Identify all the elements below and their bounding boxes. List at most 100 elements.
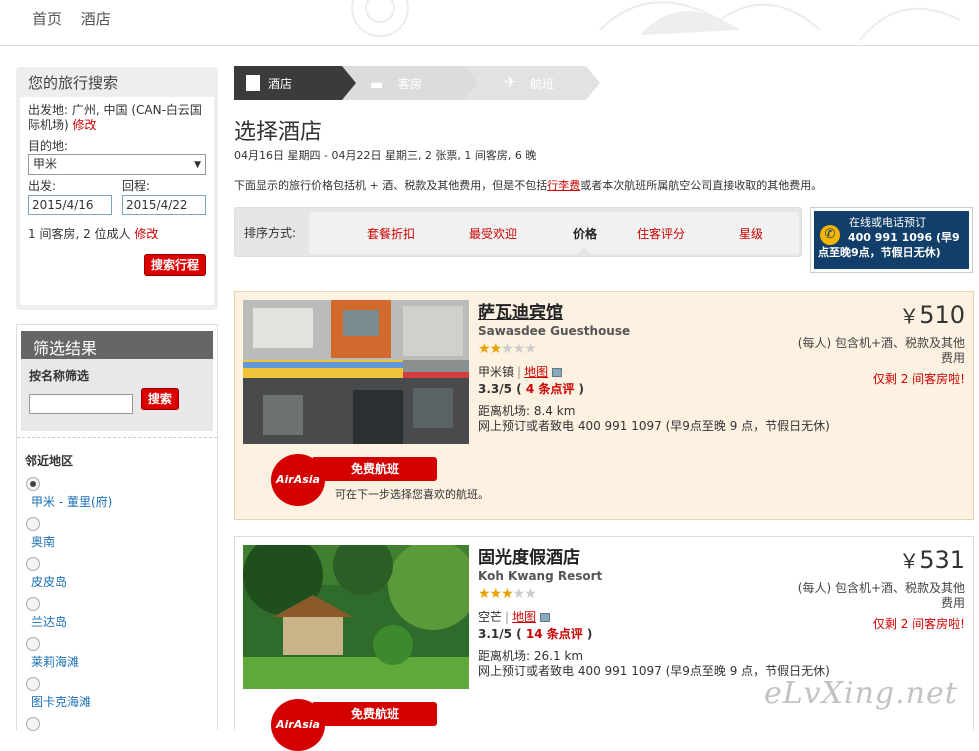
- area-radio[interactable]: [26, 717, 40, 731]
- edit-rooms-link[interactable]: 修改: [134, 227, 158, 241]
- free-flight-badge: 免费航班 AirAsia 可在下一步选择您喜欢的航班。: [271, 454, 489, 506]
- hotel-location: 空芒 | 地图: [478, 608, 551, 625]
- name-filter-search-button[interactable]: 搜索: [140, 387, 179, 410]
- sort-price[interactable]: 价格: [573, 225, 597, 242]
- step-hotel[interactable]: 酒店: [234, 66, 292, 100]
- free-flight-label: 免费航班: [313, 457, 437, 481]
- sort-guest-rating[interactable]: 住客评分: [637, 225, 685, 242]
- depart-label: 出发:: [28, 179, 57, 193]
- price-includes: (每人) 包含机+酒、税款及其他费用: [797, 336, 965, 365]
- filter-title: 筛选结果: [21, 331, 213, 359]
- hotel-photo[interactable]: [243, 545, 469, 689]
- area-label[interactable]: 皮皮岛: [31, 573, 209, 590]
- hotel-name[interactable]: 固光度假酒店: [478, 543, 580, 568]
- step-flight[interactable]: ✈ 航班: [496, 66, 554, 100]
- area-label[interactable]: 甲米 - 董里(府): [31, 493, 209, 510]
- edit-from-link[interactable]: 修改: [73, 118, 97, 132]
- top-bar: 首页 酒店: [0, 0, 979, 46]
- free-flight-badge: 免费航班 AirAsia: [271, 699, 441, 751]
- sort-stars[interactable]: 星级: [739, 225, 763, 242]
- star-rating: ★★★★★: [478, 586, 537, 602]
- filter-panel: 筛选结果 按名称筛选 搜索 邻近地区 甲米 - 董里(府) 奥南 皮皮岛 兰达岛…: [16, 324, 218, 731]
- area-label[interactable]: 图卡克海滩: [31, 693, 209, 710]
- return-date-input[interactable]: 2015/4/22: [122, 195, 206, 215]
- guest-rating: 3.1/5 ( 14 条点评 ): [478, 627, 593, 641]
- bed-icon: ▬: [370, 77, 384, 93]
- area-radio[interactable]: [26, 517, 40, 531]
- reviews-link[interactable]: 14 条点评: [526, 627, 583, 641]
- area-label[interactable]: 莱莉海滩: [31, 653, 209, 670]
- step-flight-label: 航班: [530, 77, 555, 91]
- destination-select[interactable]: 甲米: [28, 154, 206, 175]
- rating-score: 3.1/5: [478, 627, 512, 641]
- rooms-left: 仅剩 2 间客房啦!: [872, 372, 965, 386]
- from-label: 出发地:: [28, 103, 69, 117]
- airasia-logo: AirAsia: [271, 454, 325, 506]
- search-trip-button[interactable]: 搜索行程: [143, 254, 206, 276]
- hotel-photo[interactable]: [243, 300, 469, 444]
- hotel-english-name: Sawasdee Guesthouse: [478, 324, 631, 338]
- phone-line1: 在线或电话预订: [849, 216, 926, 229]
- map-icon: [552, 368, 563, 377]
- return-label: 回程:: [122, 179, 151, 193]
- reviews-link[interactable]: 4 条点评: [526, 382, 575, 396]
- price-note-text-a: 下面显示的旅行价格包括机 + 酒、税款及其他费用，但是不包括: [234, 179, 548, 192]
- hotel-area: 空芒: [478, 610, 503, 624]
- map-icon: [540, 613, 551, 622]
- nav-home[interactable]: 首页: [32, 10, 62, 28]
- name-filter-label: 按名称筛选: [29, 369, 90, 383]
- sort-popular[interactable]: 最受欢迎: [469, 225, 517, 242]
- hotel-price[interactable]: ￥531: [899, 545, 965, 574]
- currency-symbol: ￥: [899, 549, 920, 573]
- area-label[interactable]: 奥南: [31, 533, 209, 550]
- free-flight-label: 免费航班: [313, 702, 437, 726]
- trip-search-panel: 您的旅行搜索 出发地: 广州, 中国 (CAN-白云国际机场) 修改 目的地: …: [16, 67, 218, 310]
- building-icon: [246, 75, 260, 91]
- baggage-fee-link[interactable]: 行李费: [547, 179, 580, 192]
- sort-label: 排序方式:: [244, 226, 297, 240]
- airasia-logo: AirAsia: [271, 699, 325, 751]
- step-room[interactable]: ▬ 客房: [364, 66, 422, 100]
- area-label[interactable]: 兰达岛: [31, 613, 209, 630]
- hotel-area: 甲米镇: [478, 365, 515, 379]
- area-radio[interactable]: [26, 677, 40, 691]
- phone-icon: ✆: [820, 225, 840, 245]
- trip-search-title: 您的旅行搜索: [28, 74, 119, 92]
- price-value: 510: [919, 301, 965, 329]
- rating-score: 3.3/5: [478, 382, 512, 396]
- price-value: 531: [919, 546, 965, 574]
- sort-package-discount[interactable]: 套餐折扣: [367, 225, 415, 242]
- hotel-price[interactable]: ￥510: [899, 300, 965, 329]
- area-radio[interactable]: [26, 477, 40, 491]
- star-rating: ★★★★★: [478, 341, 537, 357]
- phone-booking-box: ✆ 在线或电话预订 400 991 1096 (早9 点至晚9点，节假日无休): [810, 207, 973, 273]
- price-note: 下面显示的旅行价格包括机 + 酒、税款及其他费用，但是不包括行李费或者本次航班所…: [234, 177, 822, 193]
- phone-line2: 400 991 1096 (早9: [848, 231, 960, 244]
- currency-symbol: ￥: [899, 304, 920, 328]
- step-room-label: 客房: [398, 77, 423, 91]
- phone-line3: 点至晚9点，节假日无休): [818, 246, 941, 259]
- name-filter-input[interactable]: [29, 394, 133, 414]
- trip-dates-summary: 04月16日 星期四 - 04月22日 星期三, 2 张票, 1 间客房, 6 …: [234, 149, 537, 162]
- guest-rating: 3.3/5 ( 4 条点评 ): [478, 382, 585, 396]
- destination-label: 目的地:: [28, 139, 69, 153]
- hotel-name[interactable]: 萨瓦迪宾馆: [478, 298, 563, 323]
- map-link[interactable]: 地图: [512, 610, 536, 624]
- sort-bar: 排序方式: 套餐折扣 最受欢迎 价格 住客评分 星级: [234, 207, 802, 257]
- area-radio[interactable]: [26, 597, 40, 611]
- rooms-left: 仅剩 2 间客房啦!: [872, 617, 965, 631]
- nav-hotel[interactable]: 酒店: [81, 10, 111, 28]
- step-hotel-label: 酒店: [268, 77, 293, 91]
- page-title: 选择酒店: [234, 120, 323, 145]
- booking-steps: 酒店 ▬ 客房 ✈ 航班: [234, 66, 614, 100]
- area-radio[interactable]: [26, 637, 40, 651]
- hotel-card: 萨瓦迪宾馆 Sawasdee Guesthouse ★★★★★ 甲米镇 | 地图 3…: [234, 291, 974, 520]
- price-includes: (每人) 包含机+酒、税款及其他费用: [797, 581, 965, 610]
- area-radio[interactable]: [26, 557, 40, 571]
- from-row: 出发地: 广州, 中国 (CAN-白云国际机场) 修改: [28, 103, 206, 133]
- depart-date-input[interactable]: 2015/4/16: [28, 195, 112, 215]
- booking-phone: 网上预订或者致电 400 991 1097 (早9点至晚 9 点，节假日无休): [478, 419, 830, 433]
- nearby-areas-title: 邻近地区: [25, 454, 74, 468]
- map-link[interactable]: 地图: [524, 365, 548, 379]
- decorative-flower-pattern: [351, 0, 961, 41]
